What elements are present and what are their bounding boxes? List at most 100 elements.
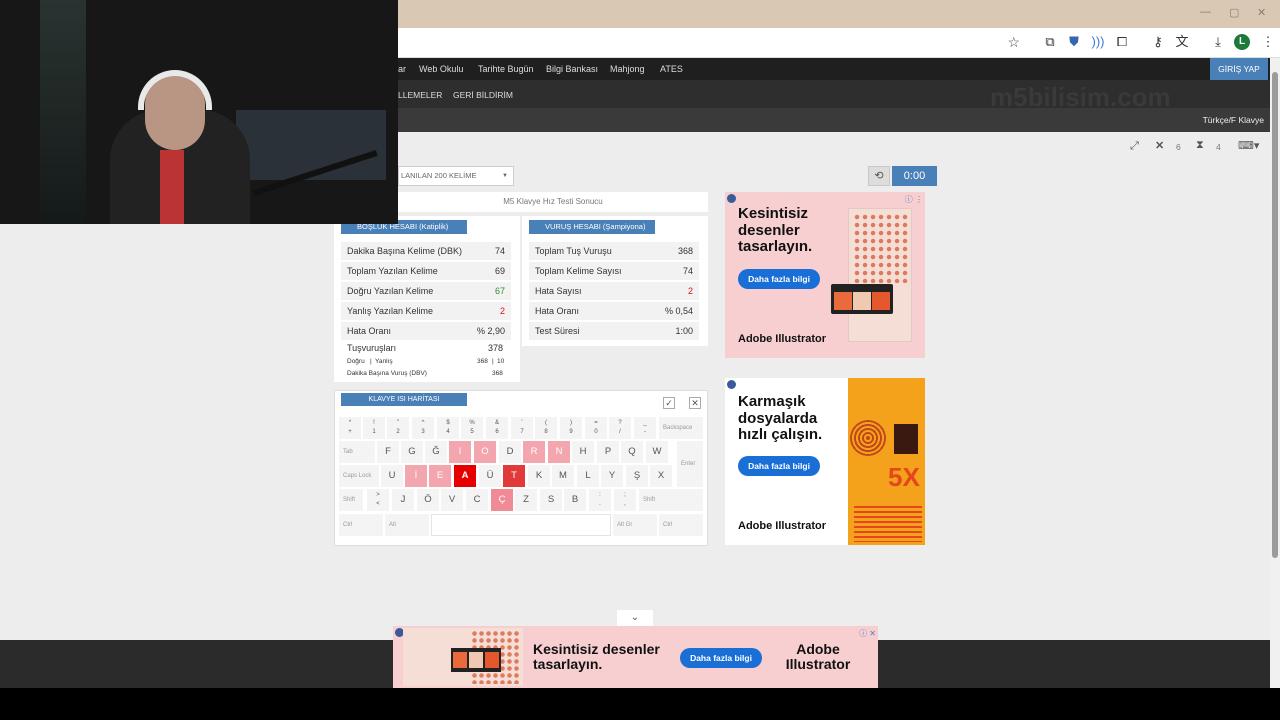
star-icon[interactable]: ☆ xyxy=(1007,34,1020,51)
separator: | xyxy=(492,358,494,365)
key-heat: İ xyxy=(405,465,427,487)
shield-icon[interactable]: ⛊ xyxy=(1066,34,1082,50)
errors-icon: ✕ xyxy=(1155,140,1165,152)
key: % 5 xyxy=(461,417,483,439)
minimize-icon[interactable]: — xyxy=(1200,6,1211,18)
key-tab: Tab xyxy=(339,441,375,463)
ad-banner-fast-files[interactable]: ⓘ ⋮ Karmaşık dosyalarda hızlı çalışın. D… xyxy=(725,378,925,545)
nav-item-tarihte-bugun[interactable]: Tarihte Bugün xyxy=(478,64,534,74)
audio-icon[interactable]: ))) xyxy=(1090,34,1106,50)
key: L xyxy=(577,465,599,487)
wrong-label: Yanlış xyxy=(375,358,393,365)
separator: | xyxy=(370,358,372,365)
swatch xyxy=(853,292,871,310)
ad-brand: Adobe Illustrator xyxy=(785,641,851,672)
close-window-icon[interactable]: ✕ xyxy=(1257,6,1266,19)
keyboard-settings-icon[interactable]: ⌨▾ xyxy=(1238,139,1259,152)
key: $4 xyxy=(437,417,459,439)
key-enter: Enter xyxy=(677,441,703,487)
key: ^ 3 xyxy=(412,417,434,439)
ad-headline: Kesintisiz desenler tasarlayın. xyxy=(533,641,660,673)
check-icon[interactable]: ✓ xyxy=(663,397,675,409)
close-icon[interactable]: ✕ xyxy=(689,397,701,409)
expand-icon[interactable]: ⤢ xyxy=(1130,140,1139,153)
ad-banner-patterns[interactable]: ⓘ ⋮ Kesintisiz desenler tasarlayın. Daha… xyxy=(725,192,925,358)
ad-cta-button[interactable]: Daha fazla bilgi xyxy=(738,456,820,476)
keystroke-count-tag: VURUŞ HESABI (Şampiyona) xyxy=(529,220,655,234)
ad-headline: Karmaşık dosyalarda hızlı çalışın. xyxy=(738,393,823,443)
key-heat: I xyxy=(449,441,471,463)
headphones xyxy=(138,70,212,110)
concentric-circle xyxy=(850,420,886,456)
swatch xyxy=(453,652,467,668)
stripe-pattern xyxy=(854,506,922,542)
translate-icon[interactable]: 文 xyxy=(1174,34,1190,50)
menu-icon[interactable]: ⋮ xyxy=(1260,34,1276,50)
ad-cta-button[interactable]: Daha fazla bilgi xyxy=(680,648,762,668)
subnav-item-feedback[interactable]: GERİ BİLDİRİM xyxy=(453,90,513,100)
stat-row: Hata Oranı% 0,54 xyxy=(529,302,699,320)
swatch xyxy=(469,652,483,668)
key: F xyxy=(377,441,399,463)
ad-cta-button[interactable]: Daha fazla bilgi xyxy=(738,269,820,289)
stat-row: Test Süresi 1:00 xyxy=(529,322,699,340)
screenshot-icon[interactable]: ⧉ xyxy=(1042,34,1058,50)
nav-item-web-okulu[interactable]: Web Okulu xyxy=(419,64,463,74)
key-shift-right: Shift xyxy=(639,489,703,511)
ad-artwork: 5X xyxy=(848,378,925,545)
key: Ö xyxy=(417,489,439,511)
ad-brand: Adobe Illustrator xyxy=(738,333,827,345)
nav-item-bilgi-bankasi[interactable]: Bilgi Bankası xyxy=(546,64,598,74)
login-button[interactable]: GİRİŞ YAP xyxy=(1210,58,1268,80)
nav-item-ates[interactable]: ATES xyxy=(660,64,683,74)
key-shift-left: Shift xyxy=(339,489,363,511)
key: (8 xyxy=(535,417,557,439)
key: :. xyxy=(589,489,611,511)
key: _ - xyxy=(634,417,656,439)
key-alt: Alt xyxy=(385,514,429,536)
subnav-item-partial[interactable]: LLEMELER xyxy=(398,90,442,100)
ad-info-icon[interactable]: ⓘ ⋮ xyxy=(905,194,923,205)
key: ? / xyxy=(609,417,631,439)
address-bar[interactable]: ☆ xyxy=(398,32,1028,54)
profile-avatar[interactable]: L xyxy=(1234,34,1250,50)
timer-display: 0:00 xyxy=(892,166,937,186)
key: Ş xyxy=(626,465,648,487)
key: > < xyxy=(367,489,389,511)
scrollbar-thumb[interactable] xyxy=(1272,72,1278,558)
pattern-package-image xyxy=(848,208,912,342)
keyboard-heatmap: KLAVYE ISI HARİTASI ✓ ✕ * + ! 1 " 2 ^ 3 $4 %… xyxy=(334,390,708,546)
ad-brand: Adobe Illustrator xyxy=(738,520,827,532)
chevron-down-icon: ▼ xyxy=(502,173,508,179)
key: P xyxy=(597,441,619,463)
nav-item-mahjong[interactable]: Mahjong xyxy=(610,64,645,74)
keystrokes-label: Tuşvuruşları xyxy=(347,343,397,353)
key-heat: N xyxy=(548,441,570,463)
collapse-ad-button[interactable]: ⌄ xyxy=(617,610,653,626)
keyboard-layout-label[interactable]: Türkçe/F Klavye xyxy=(1203,115,1264,125)
key: C xyxy=(466,489,488,511)
shirt-detail xyxy=(160,150,184,224)
key-icon[interactable]: ⚷ xyxy=(1150,34,1166,50)
result-title: M5 Klavye Hız Testi Sonucu xyxy=(398,192,708,212)
key-backspace: Backspace xyxy=(659,417,703,439)
word-count-select[interactable]: LANILAN 200 KELİME ▼ xyxy=(398,166,514,186)
key: & 6 xyxy=(486,417,508,439)
ad-privacy-icon[interactable] xyxy=(727,194,736,203)
background-pillow xyxy=(236,110,386,180)
maximize-icon[interactable]: ▢ xyxy=(1229,6,1239,19)
stat-row: Toplam Yazılan Kelime 69 xyxy=(341,262,511,280)
puzzle-icon[interactable]: ⧠ xyxy=(1114,34,1130,50)
key: = 0 xyxy=(585,417,607,439)
ad-info-icon[interactable]: ⓘ ✕ xyxy=(859,628,876,639)
ad-privacy-icon[interactable] xyxy=(727,380,736,389)
webcam-overlay xyxy=(0,0,398,224)
swatch xyxy=(485,652,499,668)
page-scrollbar[interactable] xyxy=(1270,58,1280,690)
download-icon[interactable]: ⤓ xyxy=(1210,34,1226,50)
heatmap-tag: KLAVYE ISI HARİTASI xyxy=(341,393,467,406)
restart-button[interactable]: ⟲ xyxy=(868,166,890,186)
nav-item-partial[interactable]: ar xyxy=(398,64,406,74)
key: G xyxy=(401,441,423,463)
ad-banner-bottom[interactable]: ⓘ ✕ Kesintisiz desenler tasarlayın. Daha… xyxy=(393,626,878,688)
